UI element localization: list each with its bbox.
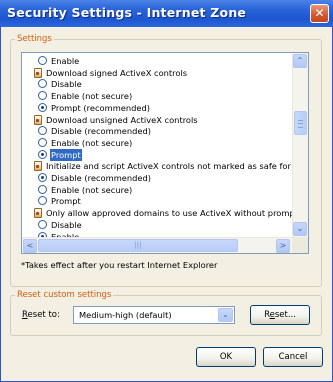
settings-icon	[34, 161, 42, 172]
chevron-down-icon: ⌄	[222, 310, 229, 319]
cancel-button[interactable]: Cancel	[263, 347, 323, 367]
grip-icon: |||	[134, 241, 142, 249]
setting-group-row[interactable]: Download unsigned ActiveX controls	[34, 114, 199, 126]
setting-group-label: Download unsigned ActiveX controls	[46, 114, 198, 125]
settings-icon	[34, 208, 42, 219]
setting-group-label: Initialize and script ActiveX controls n…	[46, 161, 303, 172]
radio-unchecked-icon[interactable]	[38, 196, 47, 206]
restart-note: *Takes effect after you restart Internet…	[21, 260, 218, 270]
radio-unchecked-icon[interactable]	[38, 126, 47, 136]
setting-option-label: Prompt	[50, 148, 82, 161]
setting-option-row[interactable]: Enable (not secure)	[38, 137, 133, 149]
scroll-left-button[interactable]: <	[23, 239, 37, 253]
horizontal-scrollbar[interactable]: < ||| >	[22, 237, 292, 253]
chevron-up-icon: ⌃	[296, 56, 304, 65]
setting-option-row[interactable]: Prompt	[38, 148, 82, 161]
setting-option-row[interactable]: Disable	[38, 78, 83, 90]
security-settings-dialog: Security Settings - Internet Zone ✕ Sett…	[0, 0, 333, 382]
radio-unchecked-icon[interactable]	[38, 91, 47, 101]
vertical-scroll-thumb[interactable]	[294, 111, 307, 135]
scroll-right-button[interactable]: >	[276, 239, 290, 253]
setting-option-label: Prompt (recommended)	[51, 102, 151, 113]
close-button[interactable]: ✕	[310, 4, 329, 23]
settings-icon	[34, 114, 42, 125]
settings-tree[interactable]: Enable Download signed ActiveX controls Di…	[21, 52, 309, 254]
setting-option-row[interactable]: Enable (not secure)	[38, 90, 133, 102]
radio-unchecked-icon[interactable]	[38, 56, 47, 65]
scroll-up-button[interactable]: ⌃	[293, 54, 307, 68]
chevron-right-icon: >	[279, 241, 287, 250]
setting-option-row[interactable]: Enable	[38, 55, 80, 67]
reset-button-text-b: set...	[274, 310, 296, 320]
scroll-down-button[interactable]: ⌄	[293, 222, 307, 236]
setting-option-label: Enable (not secure)	[51, 184, 133, 195]
reset-to-label-text: eset to:	[27, 310, 60, 320]
setting-option-label: Disable	[51, 219, 82, 230]
setting-group-row[interactable]: Initialize and script ActiveX controls n…	[34, 160, 303, 172]
close-icon: ✕	[314, 6, 325, 20]
setting-group-row[interactable]: Download signed ActiveX controls	[34, 67, 188, 79]
setting-option-label: Disable (recommended)	[51, 126, 152, 137]
setting-option-label: Enable (not secure)	[51, 91, 133, 102]
setting-group-label: Download signed ActiveX controls	[46, 67, 188, 78]
horizontal-scroll-thumb[interactable]: |||	[38, 239, 238, 252]
setting-option-label: Enable	[51, 56, 80, 66]
scrollbar-corner	[292, 237, 308, 253]
reset-button[interactable]: Reset...	[250, 305, 310, 325]
setting-option-row[interactable]: Disable (recommended)	[38, 172, 152, 184]
chevron-down-icon: ⌄	[296, 224, 304, 233]
setting-option-label: Disable (recommended)	[51, 173, 152, 183]
radio-unchecked-icon[interactable]	[38, 184, 47, 194]
grip-icon	[298, 120, 303, 128]
radio-checked-icon[interactable]	[38, 173, 47, 182]
setting-option-row[interactable]: Prompt	[38, 195, 82, 207]
setting-option-row[interactable]: Prompt (recommended)	[38, 102, 151, 114]
radio-checked-icon[interactable]	[38, 149, 47, 159]
setting-option-row[interactable]: Disable (recommended)	[38, 125, 152, 137]
title-bar[interactable]: Security Settings - Internet Zone ✕	[0, 0, 333, 27]
setting-option-row[interactable]: Disable	[38, 219, 83, 231]
chevron-left-icon: <	[26, 241, 34, 250]
setting-option-label: Prompt	[51, 196, 81, 207]
reset-level-value: Medium-high (default)	[79, 310, 172, 320]
vertical-scrollbar[interactable]: ⌃ ⌄	[292, 53, 308, 237]
ok-button[interactable]: OK	[196, 347, 256, 367]
setting-option-label: Disable	[51, 79, 82, 90]
reset-level-select[interactable]: Medium-high (default) ⌄	[73, 306, 235, 324]
radio-unchecked-icon[interactable]	[38, 137, 47, 147]
setting-group-row[interactable]: Only allow approved domains to use Activ…	[34, 207, 299, 219]
settings-icon	[34, 67, 42, 78]
settings-legend: Settings	[17, 34, 52, 44]
window-title: Security Settings - Internet Zone	[7, 5, 247, 20]
reset-legend: Reset custom settings	[17, 290, 112, 300]
dropdown-button[interactable]: ⌄	[218, 308, 233, 322]
radio-unchecked-icon[interactable]	[38, 79, 47, 89]
setting-group-label: Only allow approved domains to use Activ…	[46, 208, 298, 219]
reset-to-label: Reset to:	[22, 310, 60, 320]
radio-unchecked-icon[interactable]	[38, 219, 47, 229]
setting-option-row[interactable]: Enable (not secure)	[38, 184, 133, 196]
setting-option-label: Enable (not secure)	[51, 137, 133, 148]
radio-checked-icon[interactable]	[38, 102, 47, 112]
